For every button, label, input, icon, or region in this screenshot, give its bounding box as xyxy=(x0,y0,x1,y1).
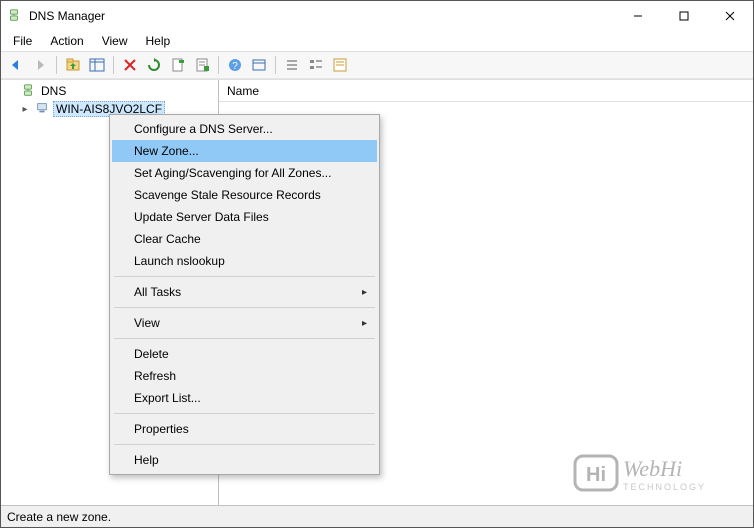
toolbar-separator xyxy=(56,56,57,74)
delete-button[interactable] xyxy=(119,54,141,76)
window-title: DNS Manager xyxy=(29,9,615,23)
context-menu-separator xyxy=(114,444,375,445)
menu-help[interactable]: Help xyxy=(138,32,179,50)
expander-icon[interactable]: ▸ xyxy=(19,104,31,115)
tree-root-label: DNS xyxy=(39,84,68,98)
menu-view[interactable]: View xyxy=(94,32,136,50)
cm-set-aging[interactable]: Set Aging/Scavenging for All Zones... xyxy=(112,162,377,184)
server-icon xyxy=(35,101,49,118)
show-hide-tree-button[interactable] xyxy=(86,54,108,76)
titlebar: DNS Manager xyxy=(1,1,753,31)
dns-manager-window: DNS Manager File Action View Help xyxy=(0,0,754,528)
window-controls xyxy=(615,1,753,31)
context-menu-separator xyxy=(114,413,375,414)
cm-configure-dns-server[interactable]: Configure a DNS Server... xyxy=(112,118,377,140)
minimize-button[interactable] xyxy=(615,1,661,31)
export-button[interactable] xyxy=(167,54,189,76)
cm-export-list[interactable]: Export List... xyxy=(112,387,377,409)
cm-delete[interactable]: Delete xyxy=(112,343,377,365)
context-menu-separator xyxy=(114,307,375,308)
cm-all-tasks-label: All Tasks xyxy=(134,285,181,299)
dns-root-icon xyxy=(21,83,35,100)
cm-view-label: View xyxy=(134,316,160,330)
up-button[interactable] xyxy=(62,54,84,76)
toolbar-separator xyxy=(113,56,114,74)
submenu-arrow-icon: ▸ xyxy=(362,318,367,329)
new-window-button[interactable] xyxy=(248,54,270,76)
dns-app-icon xyxy=(7,8,23,24)
cm-launch-nslookup[interactable]: Launch nslookup xyxy=(112,250,377,272)
list-view-button[interactable] xyxy=(281,54,303,76)
forward-button[interactable] xyxy=(29,54,51,76)
help-button[interactable]: ? xyxy=(224,54,246,76)
back-button[interactable] xyxy=(5,54,27,76)
statusbar: Create a new zone. xyxy=(1,505,753,527)
submenu-arrow-icon: ▸ xyxy=(362,287,367,298)
cm-new-zone[interactable]: New Zone... xyxy=(112,140,377,162)
cm-all-tasks[interactable]: All Tasks ▸ xyxy=(112,281,377,303)
list-column-header[interactable]: Name xyxy=(219,80,753,102)
toolbar-separator xyxy=(218,56,219,74)
detail-view-button[interactable] xyxy=(305,54,327,76)
cm-update-server-data[interactable]: Update Server Data Files xyxy=(112,206,377,228)
menubar: File Action View Help xyxy=(1,31,753,51)
maximize-button[interactable] xyxy=(661,1,707,31)
filter-button[interactable] xyxy=(329,54,351,76)
context-menu-separator xyxy=(114,276,375,277)
cm-refresh[interactable]: Refresh xyxy=(112,365,377,387)
menu-action[interactable]: Action xyxy=(42,32,91,50)
refresh-button[interactable] xyxy=(143,54,165,76)
context-menu: Configure a DNS Server... New Zone... Se… xyxy=(109,114,380,475)
cm-help[interactable]: Help xyxy=(112,449,377,471)
cm-clear-cache[interactable]: Clear Cache xyxy=(112,228,377,250)
toolbar-separator xyxy=(275,56,276,74)
svg-text:?: ? xyxy=(232,61,238,72)
context-menu-separator xyxy=(114,338,375,339)
cm-scavenge[interactable]: Scavenge Stale Resource Records xyxy=(112,184,377,206)
toolbar: ? xyxy=(1,51,753,79)
properties-button[interactable] xyxy=(191,54,213,76)
tree-root-dns[interactable]: DNS xyxy=(5,82,218,100)
menu-file[interactable]: File xyxy=(5,32,40,50)
cm-properties[interactable]: Properties xyxy=(112,418,377,440)
cm-view[interactable]: View ▸ xyxy=(112,312,377,334)
close-button[interactable] xyxy=(707,1,753,31)
status-text: Create a new zone. xyxy=(7,510,111,524)
